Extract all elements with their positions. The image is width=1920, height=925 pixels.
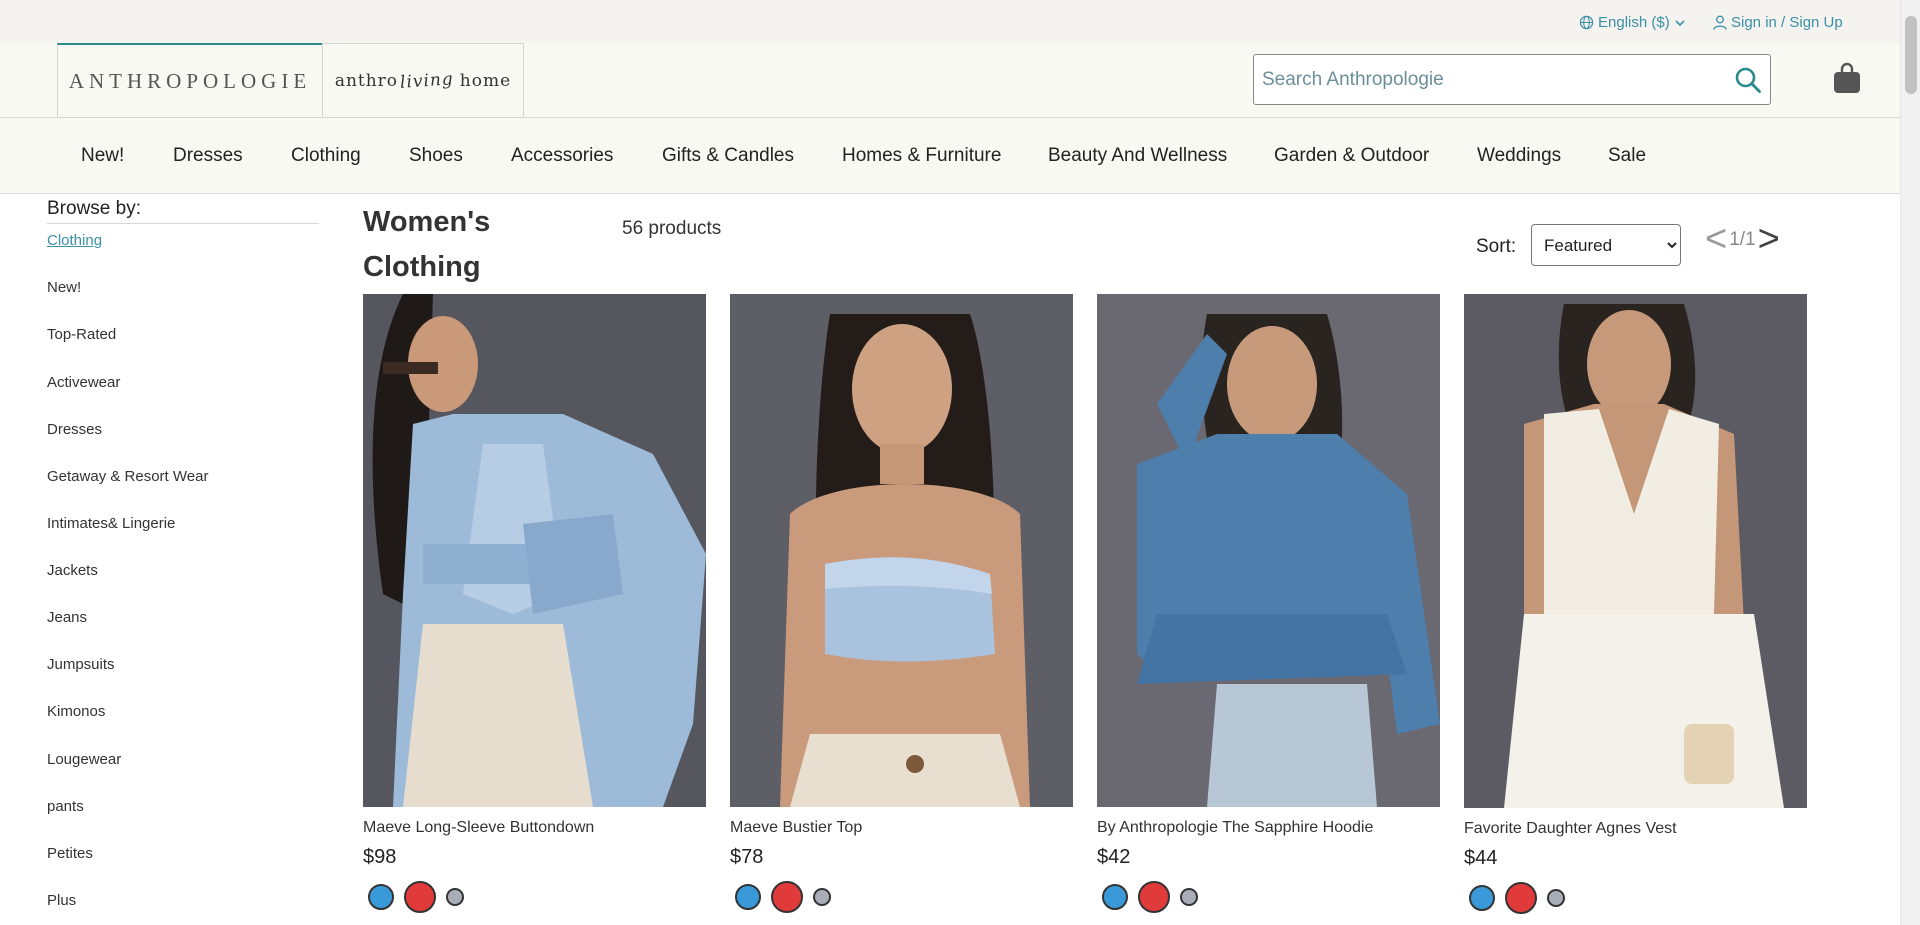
product-price: $44 [1464,847,1498,869]
sidebar-item-plus[interactable]: Plus [47,892,76,909]
page-scrollbar[interactable] [1900,0,1920,925]
page-title: Women's Clothing [363,206,491,283]
swatch-gray[interactable] [446,888,464,906]
sort-label: Sort: [1476,236,1517,257]
color-swatches [1464,882,1807,914]
sidebar-item-getaway-resort[interactable]: Getaway & Resort Wear [47,468,208,485]
utility-bar: English ($) Sign in / Sign Up [0,0,1900,43]
sidebar-item-dresses[interactable]: Dresses [47,421,102,438]
sidebar-item-pants[interactable]: pants [47,798,84,815]
product-card[interactable]: Maeve Long-Sleeve Buttondown $98 [363,294,706,913]
product-price: $78 [730,846,764,868]
anthro-living-home-logo[interactable]: anthro living home [322,43,524,118]
nav-item-sale[interactable]: Sale [1608,145,1646,167]
logo-home-suffix: home [459,70,512,91]
swatch-red[interactable] [404,881,436,913]
product-count: 56 products [622,218,722,239]
nav-item-new[interactable]: New! [81,145,124,167]
sidebar-item-loungewear[interactable]: Lougewear [47,751,121,768]
swatch-gray[interactable] [1180,888,1198,906]
swatch-red[interactable] [1505,882,1537,914]
sidebar-item-jeans[interactable]: Jeans [47,609,87,626]
nav-item-gifts-candles[interactable]: Gifts & Candles [662,145,794,167]
scrollbar-thumb[interactable] [1905,16,1917,94]
swatch-gray[interactable] [1547,889,1565,907]
chevron-down-icon [1675,19,1685,26]
nav-item-weddings[interactable]: Weddings [1477,145,1561,167]
logo-home-script: living [399,68,455,93]
nav-item-shoes[interactable]: Shoes [409,145,463,167]
sidebar-item-top-rated[interactable]: Top-Rated [47,326,116,343]
language-selector[interactable]: English ($) [1579,14,1686,31]
product-image[interactable] [1097,294,1440,807]
product-name[interactable]: Favorite Daughter Agnes Vest [1464,820,1807,838]
product-name[interactable]: Maeve Long-Sleeve Buttondown [363,819,706,837]
nav-item-dresses[interactable]: Dresses [173,145,243,167]
product-card[interactable]: Maeve Bustier Top $78 [730,294,1073,913]
next-page-button[interactable]: > [1758,218,1780,261]
swatch-blue[interactable] [1469,885,1495,911]
nav-item-beauty-wellness[interactable]: Beauty And Wellness [1048,145,1227,167]
product-card[interactable]: By Anthropologie The Sapphire Hoodie $42 [1097,294,1440,913]
search-icon[interactable] [1734,66,1762,94]
product-price: $98 [363,846,397,868]
search-input[interactable] [1254,55,1694,104]
anthropologie-logo[interactable]: ANTHROPOLOGIE [57,43,323,118]
swatch-blue[interactable] [1102,884,1128,910]
sidebar-item-jumpsuits[interactable]: Jumpsuits [47,656,115,673]
prev-page-button[interactable]: < [1705,218,1727,261]
sidebar-item-activewear[interactable]: Activewear [47,374,120,391]
nav-item-clothing[interactable]: Clothing [291,145,361,167]
sign-in-link[interactable]: Sign in / Sign Up [1713,14,1843,31]
nav-item-accessories[interactable]: Accessories [511,145,613,167]
language-label: English ($) [1598,14,1670,31]
sidebar-item-clothing[interactable]: Clothing [47,232,102,249]
main-navigation: New! Dresses Clothing Shoes Accessories … [0,118,1900,194]
swatch-red[interactable] [771,881,803,913]
color-swatches [730,881,1073,913]
pagination: < 1/1 > [1705,218,1780,261]
sign-in-label: Sign in / Sign Up [1731,14,1843,31]
swatch-red[interactable] [1138,881,1170,913]
nav-item-homes-furniture[interactable]: Homes & Furniture [842,145,1001,167]
nav-item-garden-outdoor[interactable]: Garden & Outdoor [1274,145,1429,167]
swatch-blue[interactable] [368,884,394,910]
logo-home-prefix: anthro [334,70,399,91]
page-indicator: 1/1 [1729,228,1756,250]
globe-icon [1579,15,1594,30]
sidebar-item-kimonos[interactable]: Kimonos [47,703,105,720]
product-name[interactable]: Maeve Bustier Top [730,819,1073,837]
search-box [1253,54,1771,105]
shopping-bag-icon[interactable] [1833,61,1861,95]
sort-select[interactable]: Featured [1531,224,1681,266]
divider [47,223,319,224]
site-header: ANTHROPOLOGIE anthro living home [0,43,1900,118]
sidebar-item-new[interactable]: New! [47,279,81,296]
swatch-gray[interactable] [813,888,831,906]
product-image[interactable] [363,294,706,807]
browse-title: Browse by: [47,198,141,219]
sidebar-item-petites[interactable]: Petites [47,845,93,862]
product-price: $42 [1097,846,1131,868]
user-icon [1713,15,1727,30]
color-swatches [363,881,706,913]
sidebar-item-intimates[interactable]: Intimates& Lingerie [47,515,175,532]
product-name[interactable]: By Anthropologie The Sapphire Hoodie [1097,819,1440,837]
product-image[interactable] [1464,294,1807,808]
product-card[interactable]: Favorite Daughter Agnes Vest $44 [1464,294,1807,914]
swatch-blue[interactable] [735,884,761,910]
color-swatches [1097,881,1440,913]
product-image[interactable] [730,294,1073,807]
sidebar-item-jackets[interactable]: Jackets [47,562,98,579]
